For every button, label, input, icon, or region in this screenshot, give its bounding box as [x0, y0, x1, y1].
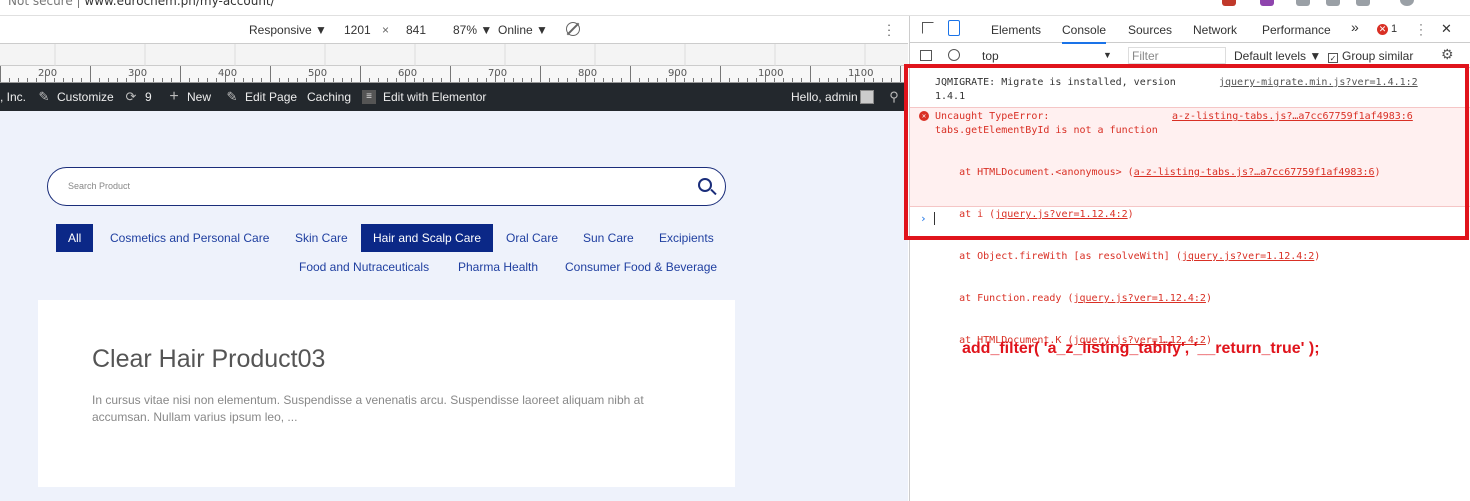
- category-tab-hair-scalp[interactable]: Hair and Scalp Care: [361, 224, 494, 252]
- clear-console-icon[interactable]: [948, 49, 960, 61]
- stack-frame: at Function.ready (jquery.js?ver=1.12.4:…: [935, 293, 1212, 304]
- caching-link[interactable]: Caching: [307, 90, 351, 104]
- stack-frame-link[interactable]: jquery.js?ver=1.12.4:2: [1073, 293, 1205, 304]
- media-query-segments: [54, 44, 866, 66]
- ruler-label: 900: [668, 68, 687, 79]
- console-filter-input[interactable]: Filter: [1128, 47, 1226, 64]
- extension-icon[interactable]: [1356, 0, 1370, 6]
- error-count-badge[interactable]: ✕ 1: [1377, 23, 1397, 35]
- viewport-ruler: 200 300 400 500 600 700 800 900 1000 1100: [0, 66, 908, 83]
- devtools-tab-bar: Elements Console Sources Network Perform…: [910, 16, 1470, 44]
- address-text[interactable]: Not secure | www.eurochem.ph/my-account/: [8, 0, 275, 8]
- plus-icon: +: [169, 88, 179, 105]
- category-tab-skin-care[interactable]: Skin Care: [289, 225, 354, 251]
- tab-console[interactable]: Console: [1062, 23, 1107, 44]
- dimension-separator: ×: [382, 23, 390, 37]
- extension-icon[interactable]: [1326, 0, 1340, 6]
- highlight-box: [904, 64, 1469, 240]
- sidebar-toggle-icon[interactable]: [920, 50, 932, 61]
- viewport-height-input[interactable]: 841: [402, 21, 442, 39]
- tab-sources[interactable]: Sources: [1128, 23, 1172, 37]
- device-toolbar: Responsive ▼ 1201 × 841 87% ▼ Online ▼ ·…: [0, 16, 908, 44]
- media-query-bar[interactable]: [0, 44, 908, 66]
- extension-icon[interactable]: [1296, 0, 1310, 6]
- category-tab-excipients[interactable]: Excipients: [653, 225, 720, 251]
- pencil-icon: ✎: [226, 89, 238, 104]
- category-tab-pharma[interactable]: Pharma Health: [452, 254, 544, 280]
- ruler-ticks: 200 300 400 500 600 700 800 900 1000 1100: [0, 66, 901, 82]
- more-options-icon[interactable]: · · ·: [886, 18, 892, 41]
- browser-address-bar[interactable]: Not secure | www.eurochem.ph/my-account/: [0, 0, 1470, 16]
- category-tab-consumer-food[interactable]: Consumer Food & Beverage: [559, 254, 723, 280]
- product-search-box[interactable]: Search Product: [47, 167, 726, 206]
- search-input[interactable]: Search Product: [68, 181, 130, 191]
- viewport-width-input[interactable]: 1201: [340, 21, 380, 39]
- brush-icon: ✎: [38, 89, 50, 104]
- screenshot-root: Not secure | www.eurochem.ph/my-account/…: [0, 0, 1470, 501]
- rotate-icon[interactable]: [566, 22, 580, 36]
- category-tab-oral-care[interactable]: Oral Care: [500, 225, 564, 251]
- zoom-select[interactable]: 87% ▼: [453, 23, 492, 37]
- search-icon[interactable]: [698, 178, 712, 192]
- error-count: 1: [1391, 23, 1398, 35]
- extension-icon[interactable]: [1222, 0, 1236, 6]
- admin-site-name[interactable]: , Inc.: [0, 90, 26, 104]
- elementor-icon: ≡: [362, 90, 376, 104]
- chevron-down-icon[interactable]: ▼: [1103, 50, 1112, 60]
- edit-with-elementor-link[interactable]: Edit with Elementor: [383, 90, 486, 104]
- ruler-label: 1100: [848, 68, 873, 79]
- stack-frame-link[interactable]: jquery.js?ver=1.12.4:2: [1182, 251, 1314, 262]
- new-link[interactable]: New: [187, 90, 211, 104]
- ruler-label: 800: [578, 68, 597, 79]
- customize-devtools-icon[interactable]: · · ·: [1418, 18, 1424, 40]
- edit-page-link[interactable]: Edit Page: [245, 90, 297, 104]
- ruler-label: 400: [218, 68, 237, 79]
- category-tab-cosmetics[interactable]: Cosmetics and Personal Care: [104, 225, 275, 251]
- ruler-label: 200: [38, 68, 57, 79]
- updates-count[interactable]: 9: [145, 90, 152, 104]
- network-throttle-select[interactable]: Online ▼: [498, 23, 548, 37]
- tab-elements[interactable]: Elements: [991, 23, 1041, 37]
- greeting-link[interactable]: Hello, admin: [791, 90, 858, 104]
- url-host: www.eurochem.ph/my-account/: [84, 0, 275, 8]
- product-excerpt: In cursus vitae nisi non elementum. Susp…: [92, 393, 644, 424]
- category-tab-sun-care[interactable]: Sun Care: [577, 225, 640, 251]
- wp-admin-bar: , Inc. ✎ Customize ⟳ 9 + New ✎ Edit Page…: [0, 83, 908, 111]
- group-similar-label: Group similar: [1342, 49, 1414, 63]
- error-icon: ✕: [1377, 24, 1388, 35]
- group-similar-checkbox[interactable]: ✓ Group similar: [1328, 49, 1413, 63]
- ruler-label: 700: [488, 68, 507, 79]
- extension-icon[interactable]: [1260, 0, 1274, 6]
- log-levels-select[interactable]: Default levels ▼: [1234, 49, 1321, 63]
- annotation-note: add_filter( 'a_z_listing_tabify', '__ret…: [962, 340, 1320, 357]
- close-icon[interactable]: ✕: [1441, 21, 1452, 37]
- updates-icon: ⟳: [125, 89, 137, 104]
- profile-icon[interactable]: [1400, 0, 1414, 6]
- product-card[interactable]: Clear Hair Product03 In cursus vitae nis…: [38, 300, 735, 487]
- tab-performance[interactable]: Performance: [1262, 23, 1331, 37]
- category-tab-food[interactable]: Food and Nutraceuticals: [293, 254, 435, 280]
- ruler-label: 500: [308, 68, 327, 79]
- customize-link[interactable]: Customize: [57, 90, 114, 104]
- ruler-label: 600: [398, 68, 417, 79]
- inspect-element-icon[interactable]: [922, 22, 934, 34]
- ruler-label: 1000: [758, 68, 783, 79]
- checkbox-checked-icon: ✓: [1328, 53, 1338, 63]
- tab-network[interactable]: Network: [1193, 23, 1237, 37]
- search-icon[interactable]: ⚲: [886, 89, 902, 105]
- product-title[interactable]: Clear Hair Product03: [92, 345, 325, 374]
- device-toolbar-icon[interactable]: [948, 20, 960, 36]
- security-label: Not secure: [8, 0, 73, 8]
- avatar[interactable]: [860, 90, 874, 104]
- device-mode-select[interactable]: Responsive ▼: [249, 23, 327, 37]
- site-content: Search Product All Cosmetics and Persona…: [0, 111, 908, 501]
- ruler-label: 300: [128, 68, 147, 79]
- category-tab-all[interactable]: All: [56, 224, 94, 252]
- gear-icon[interactable]: ⚙: [1441, 46, 1454, 63]
- stack-frame: at Object.fireWith [as resolveWith] (jqu…: [935, 251, 1321, 262]
- context-select[interactable]: top: [982, 49, 999, 63]
- more-tabs-icon[interactable]: »: [1351, 19, 1359, 35]
